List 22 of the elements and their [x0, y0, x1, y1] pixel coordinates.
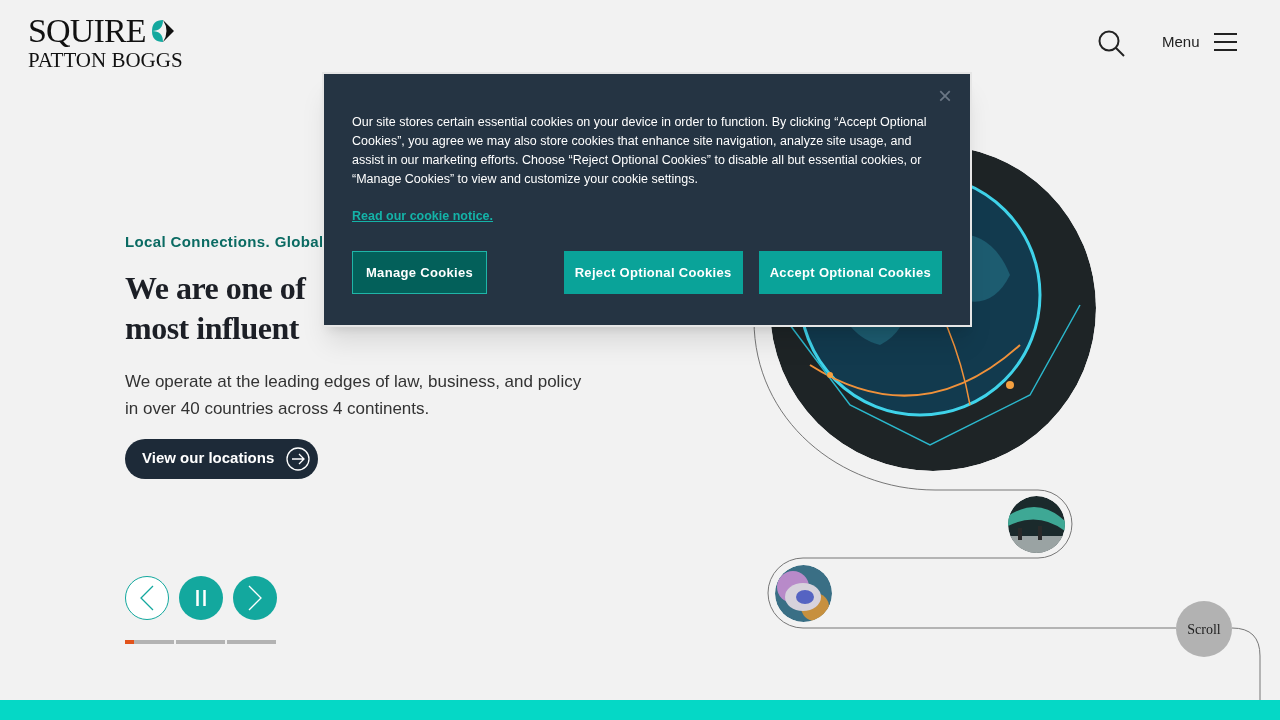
- next-slide-button[interactable]: [233, 576, 277, 620]
- pause-button[interactable]: [179, 576, 223, 620]
- pause-icon: [196, 590, 206, 606]
- hero-heading: We are one of most influent: [125, 268, 306, 348]
- chevron-right-icon: [248, 585, 262, 611]
- previous-slide-button[interactable]: [125, 576, 169, 620]
- logo-subtitle: PATTON BOGGS: [28, 50, 183, 71]
- slide-indicator[interactable]: [125, 640, 174, 644]
- eyebrow-text: Local Connections. Global: [125, 232, 325, 252]
- hero-description: We operate at the leading edges of law, business, and policy in over 40 countries across 4 continents.: [125, 370, 583, 420]
- menu-icon[interactable]: [1213, 32, 1237, 53]
- view-locations-button[interactable]: View our locations: [125, 438, 319, 479]
- menu-label[interactable]: Menu: [1162, 31, 1200, 54]
- manage-cookies-button[interactable]: Manage Cookies: [352, 250, 487, 294]
- logo-mark-icon: [149, 18, 176, 44]
- cookie-message: Our site stores certain essential cookies on your device in order to function. By clicking “Accept Optional Cookies”, you agree we may also store cookies that enhance site navigation, analyze site usage, and assist in our marketing efforts. Choose “Reject Optional Cookies” to disable all but essential cookies, or “Manage Cookies” to view and customize your cookie settings.: [352, 114, 928, 188]
- logo-wordmark: SQUIRE: [28, 14, 146, 48]
- chevron-left-icon: [140, 585, 154, 611]
- cookie-notice-link[interactable]: Read our cookie notice.: [352, 207, 493, 226]
- arrow-right-icon: [286, 446, 311, 471]
- scroll-indicator[interactable]: Scroll: [1176, 601, 1232, 657]
- search-icon[interactable]: [1098, 30, 1125, 57]
